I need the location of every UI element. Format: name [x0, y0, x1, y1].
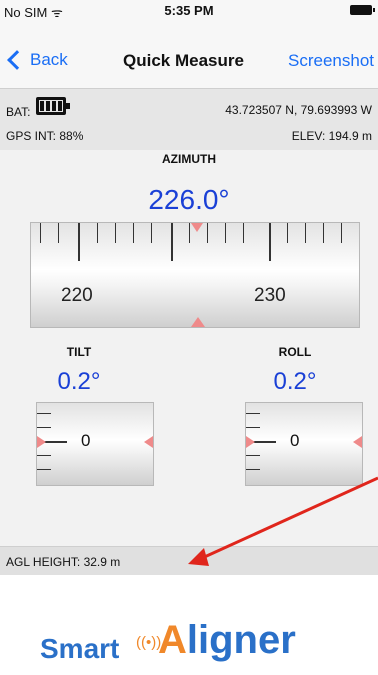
logo-aligner-text: Aligner [158, 618, 296, 662]
smartaligner-logo: Smart ((•)) Aligner [0, 596, 378, 675]
annotation-arrow-icon [188, 476, 378, 566]
logo-smart-text: Smart [40, 633, 120, 664]
